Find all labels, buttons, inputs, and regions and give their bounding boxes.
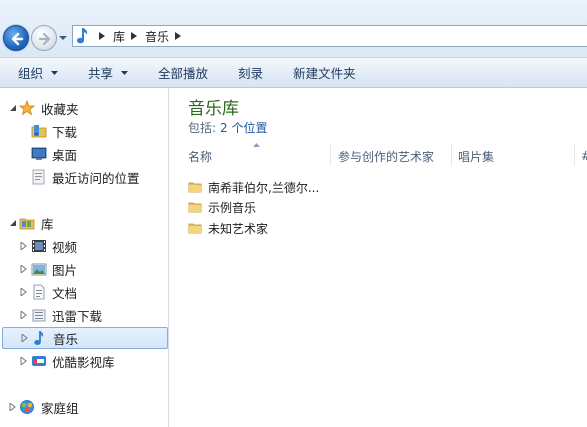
forward-button[interactable]: [31, 25, 57, 51]
breadcrumb-music[interactable]: 音乐: [145, 28, 169, 45]
nav-downloads-label: 下载: [52, 124, 78, 140]
pictures-icon: [31, 263, 47, 276]
item-name: 示例音乐: [208, 200, 257, 215]
column-divider[interactable]: [330, 144, 331, 166]
forward-arrow-icon: [38, 32, 51, 46]
column-header-number[interactable]: #: [581, 144, 587, 168]
column-header-name[interactable]: 名称: [188, 144, 328, 168]
library-includes: 包括: 2 个位置: [188, 119, 268, 136]
music-note-icon: [34, 331, 44, 345]
nav-favorites[interactable]: 收藏夹: [0, 97, 168, 119]
nav-desktop-label: 桌面: [52, 147, 78, 163]
youku-library-icon: [32, 356, 46, 366]
new-folder-button[interactable]: 新建文件夹: [293, 63, 356, 82]
nav-documents-label: 文档: [52, 285, 78, 301]
folder-icon: [188, 223, 202, 234]
address-bar: 库 音乐: [0, 0, 587, 58]
nav-recent-places-label: 最近访问的位置: [52, 170, 140, 186]
collapsed-triangle-icon[interactable]: [21, 334, 29, 342]
nav-downloads[interactable]: 下载: [0, 120, 168, 142]
nav-videos[interactable]: 视频: [0, 235, 168, 257]
nav-homegroup-label: 家庭组: [41, 400, 79, 416]
collapsed-triangle-icon[interactable]: [20, 242, 28, 250]
library-icon: [19, 218, 35, 230]
item-name: 南希菲伯尔,兰德尔...: [208, 180, 320, 195]
nav-thunder-downloads[interactable]: 迅雷下载: [0, 304, 168, 326]
nav-pictures-label: 图片: [52, 262, 78, 278]
recent-places-icon: [32, 169, 45, 185]
share-button[interactable]: 共享: [88, 63, 129, 82]
homegroup-icon: [20, 400, 34, 414]
play-all-button[interactable]: 全部播放: [158, 63, 208, 82]
column-divider[interactable]: [574, 144, 575, 166]
nav-libraries[interactable]: 库: [0, 212, 168, 234]
nav-documents[interactable]: 文档: [0, 281, 168, 303]
breadcrumb-arrow-icon[interactable]: [175, 32, 182, 40]
star-icon: [19, 100, 35, 116]
organize-button[interactable]: 组织: [18, 63, 59, 82]
nav-homegroup[interactable]: 家庭组: [0, 396, 168, 418]
collapsed-triangle-icon[interactable]: [20, 357, 28, 365]
documents-icon: [33, 284, 45, 300]
includes-locations-link[interactable]: 2 个位置: [220, 121, 267, 135]
list-item[interactable]: 南希菲伯尔,兰德尔...: [188, 177, 319, 197]
nav-videos-label: 视频: [52, 239, 78, 255]
thunder-downloads-icon: [32, 309, 46, 322]
share-label: 共享: [88, 66, 114, 81]
burn-button[interactable]: 刻录: [238, 63, 263, 82]
folder-icon: [188, 182, 202, 193]
nav-libraries-label: 库: [41, 216, 54, 232]
address-box[interactable]: 库 音乐: [72, 25, 587, 47]
back-button[interactable]: [3, 25, 29, 51]
dropdown-arrow-icon: [121, 70, 129, 75]
desktop-icon: [31, 147, 47, 160]
nav-desktop[interactable]: 桌面: [0, 143, 168, 165]
music-note-icon: [76, 28, 88, 44]
dropdown-arrow-icon: [51, 70, 59, 75]
expanded-triangle-icon[interactable]: [9, 104, 17, 112]
column-divider[interactable]: [451, 144, 452, 166]
navigation-pane: 收藏夹 下载 桌面 最近访问的位置 库 视频 图片 文档 迅雷下载 音乐 优酷影…: [0, 88, 169, 427]
content-pane: 音乐库 包括:2 个位置 名称 参与创作的艺术家 唱片集 # 南希菲伯尔,兰德尔…: [170, 88, 587, 427]
collapsed-triangle-icon[interactable]: [20, 311, 28, 319]
item-name: 未知艺术家: [208, 221, 269, 236]
breadcrumb-arrow-icon[interactable]: [131, 32, 138, 40]
video-icon: [32, 240, 46, 252]
list-item[interactable]: 未知艺术家: [188, 218, 268, 238]
nav-thunder-downloads-label: 迅雷下载: [52, 308, 103, 324]
nav-pictures[interactable]: 图片: [0, 258, 168, 280]
breadcrumb-arrow-icon[interactable]: [99, 32, 105, 40]
collapsed-triangle-icon[interactable]: [20, 265, 28, 273]
nav-music[interactable]: 音乐: [2, 327, 168, 349]
nav-youku-label: 优酷影视库: [52, 354, 115, 370]
collapsed-triangle-icon[interactable]: [20, 288, 28, 296]
collapsed-triangle-icon[interactable]: [9, 403, 17, 411]
folder-icon: [188, 202, 202, 213]
nav-youku[interactable]: 优酷影视库: [0, 350, 168, 372]
nav-favorites-label: 收藏夹: [41, 101, 79, 117]
column-header-album[interactable]: 唱片集: [458, 144, 568, 168]
breadcrumb-library[interactable]: 库: [113, 28, 125, 45]
organize-label: 组织: [18, 66, 44, 81]
list-item[interactable]: 示例音乐: [188, 197, 256, 217]
library-title: 音乐库: [188, 99, 239, 119]
back-arrow-icon: [11, 32, 24, 46]
recent-pages-chevron-icon[interactable]: [58, 33, 68, 43]
nav-music-label: 音乐: [53, 331, 79, 347]
downloads-folder-icon: [31, 125, 47, 138]
nav-recent-places[interactable]: 最近访问的位置: [0, 166, 168, 188]
includes-label: 包括:: [188, 121, 217, 135]
expanded-triangle-icon[interactable]: [9, 219, 17, 227]
command-bar: 组织 共享 全部播放 刻录 新建文件夹: [0, 58, 587, 88]
column-header-artists[interactable]: 参与创作的艺术家: [338, 144, 448, 168]
